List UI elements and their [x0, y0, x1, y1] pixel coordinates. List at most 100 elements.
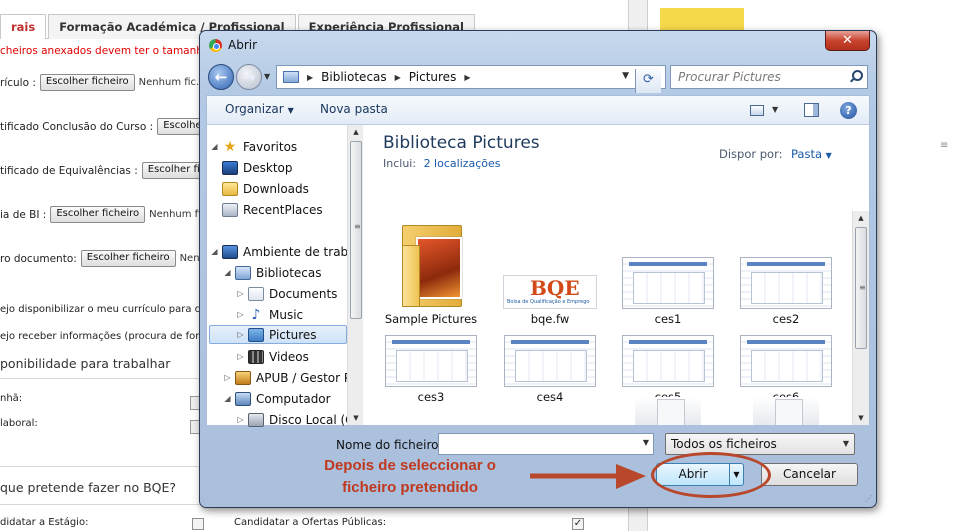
file-item-ces1[interactable]: ces1 — [616, 257, 720, 326]
tree-item-videos[interactable]: ▷ Videos — [235, 347, 309, 366]
scrollbar-thumb[interactable]: ≡ — [855, 227, 867, 349]
option-public-offers-checkbox[interactable]: ✓ — [572, 518, 584, 530]
organize-menu[interactable]: Organizar ▼ — [225, 102, 294, 116]
scroll-up-icon[interactable]: ▲ — [348, 125, 364, 139]
file-name: ces2 — [772, 312, 800, 326]
panel-grip-icon[interactable]: ≡ — [940, 140, 948, 151]
expand-icon[interactable]: ▷ — [235, 330, 246, 339]
file-name: Sample Pictures — [384, 312, 478, 326]
tree-item-documents[interactable]: ▷ Documents — [235, 284, 337, 303]
expand-icon[interactable]: ▷ — [235, 310, 246, 319]
tree-item-local-disk[interactable]: ▷ Disco Local (C: — [235, 410, 358, 429]
file-type-filter-value: Todos os ficheiros — [671, 437, 777, 451]
logo-thumbnail: BQE Bolsa de Qualificação e Emprego — [503, 275, 597, 309]
filename-input[interactable]: ▼ — [438, 433, 654, 455]
close-button[interactable]: ✕ — [825, 31, 870, 51]
navigation-scrollbar[interactable]: ▲ ≡ ▼ — [347, 125, 364, 425]
dialog-titlebar[interactable]: Abrir ✕ — [200, 31, 876, 59]
tree-item-favorites[interactable]: ◢ ★ Favoritos — [209, 137, 297, 156]
resize-grip-icon[interactable]: ⋰ — [865, 494, 873, 503]
command-toolbar: Organizar ▼ Nova pasta ▼ ? — [206, 95, 870, 125]
document-thumbnail — [622, 257, 714, 309]
tree-item-label: Documents — [269, 286, 338, 301]
file-label: tificado Conclusão do Curso : — [0, 120, 154, 133]
address-dropdown-icon[interactable]: ▼ — [622, 71, 629, 81]
arrange-by-value: Pasta — [791, 147, 823, 161]
option-internship-label: didatar a Estágio: — [0, 517, 89, 528]
help-icon[interactable]: ? — [840, 102, 857, 119]
tree-item-music[interactable]: ▷ ♪ Music — [235, 305, 303, 324]
refresh-button[interactable]: ⟳ — [635, 69, 661, 93]
file-item-partial[interactable] — [616, 397, 720, 425]
forward-button[interactable]: → — [236, 64, 262, 90]
choose-file-button[interactable]: Escolher ficheiro — [80, 250, 176, 267]
choose-file-button[interactable]: Escolher ficheiro — [50, 206, 146, 223]
organize-label: Organizar — [225, 102, 284, 116]
tree-item-desktop[interactable]: Desktop — [222, 158, 293, 177]
tree-item-downloads[interactable]: Downloads — [222, 179, 309, 198]
grip-icon: ≡ — [354, 222, 361, 231]
document-thumbnail — [622, 335, 714, 387]
choose-file-button[interactable]: Escolher ficheiro — [39, 74, 135, 91]
new-folder-button[interactable]: Nova pasta — [320, 102, 388, 116]
file-item-ces6[interactable]: ces6 — [734, 335, 838, 404]
documents-icon — [248, 286, 264, 301]
collapse-icon[interactable]: ◢ — [222, 394, 233, 403]
search-input[interactable]: Procurar Pictures — [670, 65, 868, 89]
file-type-filter[interactable]: Todos os ficheiros ▼ — [665, 433, 855, 455]
tab-general[interactable]: rais — [0, 14, 47, 39]
search-icon[interactable] — [849, 70, 863, 82]
filename-history-dropdown-icon[interactable]: ▼ — [643, 438, 649, 447]
scrollbar-thumb[interactable]: ≡ — [350, 141, 362, 319]
recent-locations-dropdown-icon[interactable]: ▼ — [264, 72, 270, 81]
arrange-by-dropdown[interactable]: Pasta ▼ — [791, 147, 832, 161]
availability-field-label: laboral: — [0, 418, 38, 429]
change-view-icon[interactable] — [750, 105, 764, 116]
tree-item-pictures[interactable]: ▷ Pictures — [209, 325, 347, 344]
collapse-icon[interactable]: ◢ — [222, 268, 233, 277]
scroll-up-icon[interactable]: ▲ — [853, 211, 869, 225]
file-list-scrollbar[interactable]: ▲ ≡ ▼ — [852, 211, 869, 425]
option-internship-checkbox[interactable] — [192, 518, 204, 530]
preview-pane-icon[interactable] — [804, 103, 819, 117]
collapse-icon[interactable]: ◢ — [209, 142, 220, 151]
grip-icon: ≡ — [859, 283, 866, 292]
file-item-partial[interactable] — [734, 397, 838, 425]
tree-item-libraries[interactable]: ◢ Bibliotecas — [222, 263, 321, 282]
library-title: Biblioteca Pictures — [383, 133, 540, 153]
breadcrumb-libraries[interactable]: Bibliotecas — [321, 70, 386, 84]
scroll-down-icon[interactable]: ▼ — [853, 411, 869, 425]
address-bar[interactable]: ▶ Bibliotecas ▶ Pictures ▶ ▼ ⟳ — [276, 65, 666, 93]
breadcrumb-chevron-icon[interactable]: ▶ — [307, 73, 313, 82]
scroll-down-icon[interactable]: ▼ — [348, 411, 364, 425]
file-item-ces5[interactable]: ces5 — [616, 335, 720, 404]
open-file-dialog: Abrir ✕ ← → ▼ ▶ Bibliotecas ▶ Pictures ▶… — [199, 30, 877, 508]
tree-item-user-folder[interactable]: ▷ APUB / Gestor Pr — [222, 368, 356, 387]
file-item-bqe[interactable]: BQE Bolsa de Qualificação e Emprego bqe.… — [498, 275, 602, 326]
view-dropdown-icon[interactable]: ▼ — [772, 105, 778, 114]
breadcrumb-pictures[interactable]: Pictures — [409, 70, 457, 84]
search-placeholder: Procurar Pictures — [678, 70, 781, 84]
file-row-cv: rículo : Escolher ficheiro Nenhum fic...… — [0, 74, 215, 91]
expand-icon[interactable]: ▷ — [235, 289, 246, 298]
expand-icon[interactable]: ▷ — [222, 373, 233, 382]
collapse-icon[interactable]: ◢ — [209, 247, 220, 256]
dialog-title: Abrir — [228, 38, 258, 52]
tree-item-label: Pictures — [269, 327, 317, 342]
file-list-pane: Biblioteca Pictures Inclui: 2 localizaçõ… — [363, 125, 870, 425]
file-item-ces3[interactable]: ces3 — [379, 335, 483, 404]
tree-item-recent-places[interactable]: RecentPlaces — [222, 200, 323, 219]
tree-item-network[interactable]: ◢ Ambiente de traba — [209, 242, 356, 261]
breadcrumb-chevron-icon[interactable]: ▶ — [395, 73, 401, 82]
file-item-ces2[interactable]: ces2 — [734, 257, 838, 326]
file-item-ces4[interactable]: ces4 — [498, 335, 602, 404]
breadcrumb-chevron-icon[interactable]: ▶ — [464, 73, 470, 82]
back-button[interactable]: ← — [208, 64, 234, 90]
expand-icon[interactable]: ▷ — [235, 352, 246, 361]
expand-icon[interactable]: ▷ — [235, 415, 246, 424]
cancel-button[interactable]: Cancelar — [761, 463, 858, 486]
tree-item-computer[interactable]: ◢ Computador — [222, 389, 331, 408]
file-item-sample-pictures[interactable]: Sample Pictures — [379, 217, 483, 326]
includes-locations-link[interactable]: 2 localizações — [424, 157, 501, 170]
tree-item-label: Disco Local (C: — [269, 412, 358, 427]
